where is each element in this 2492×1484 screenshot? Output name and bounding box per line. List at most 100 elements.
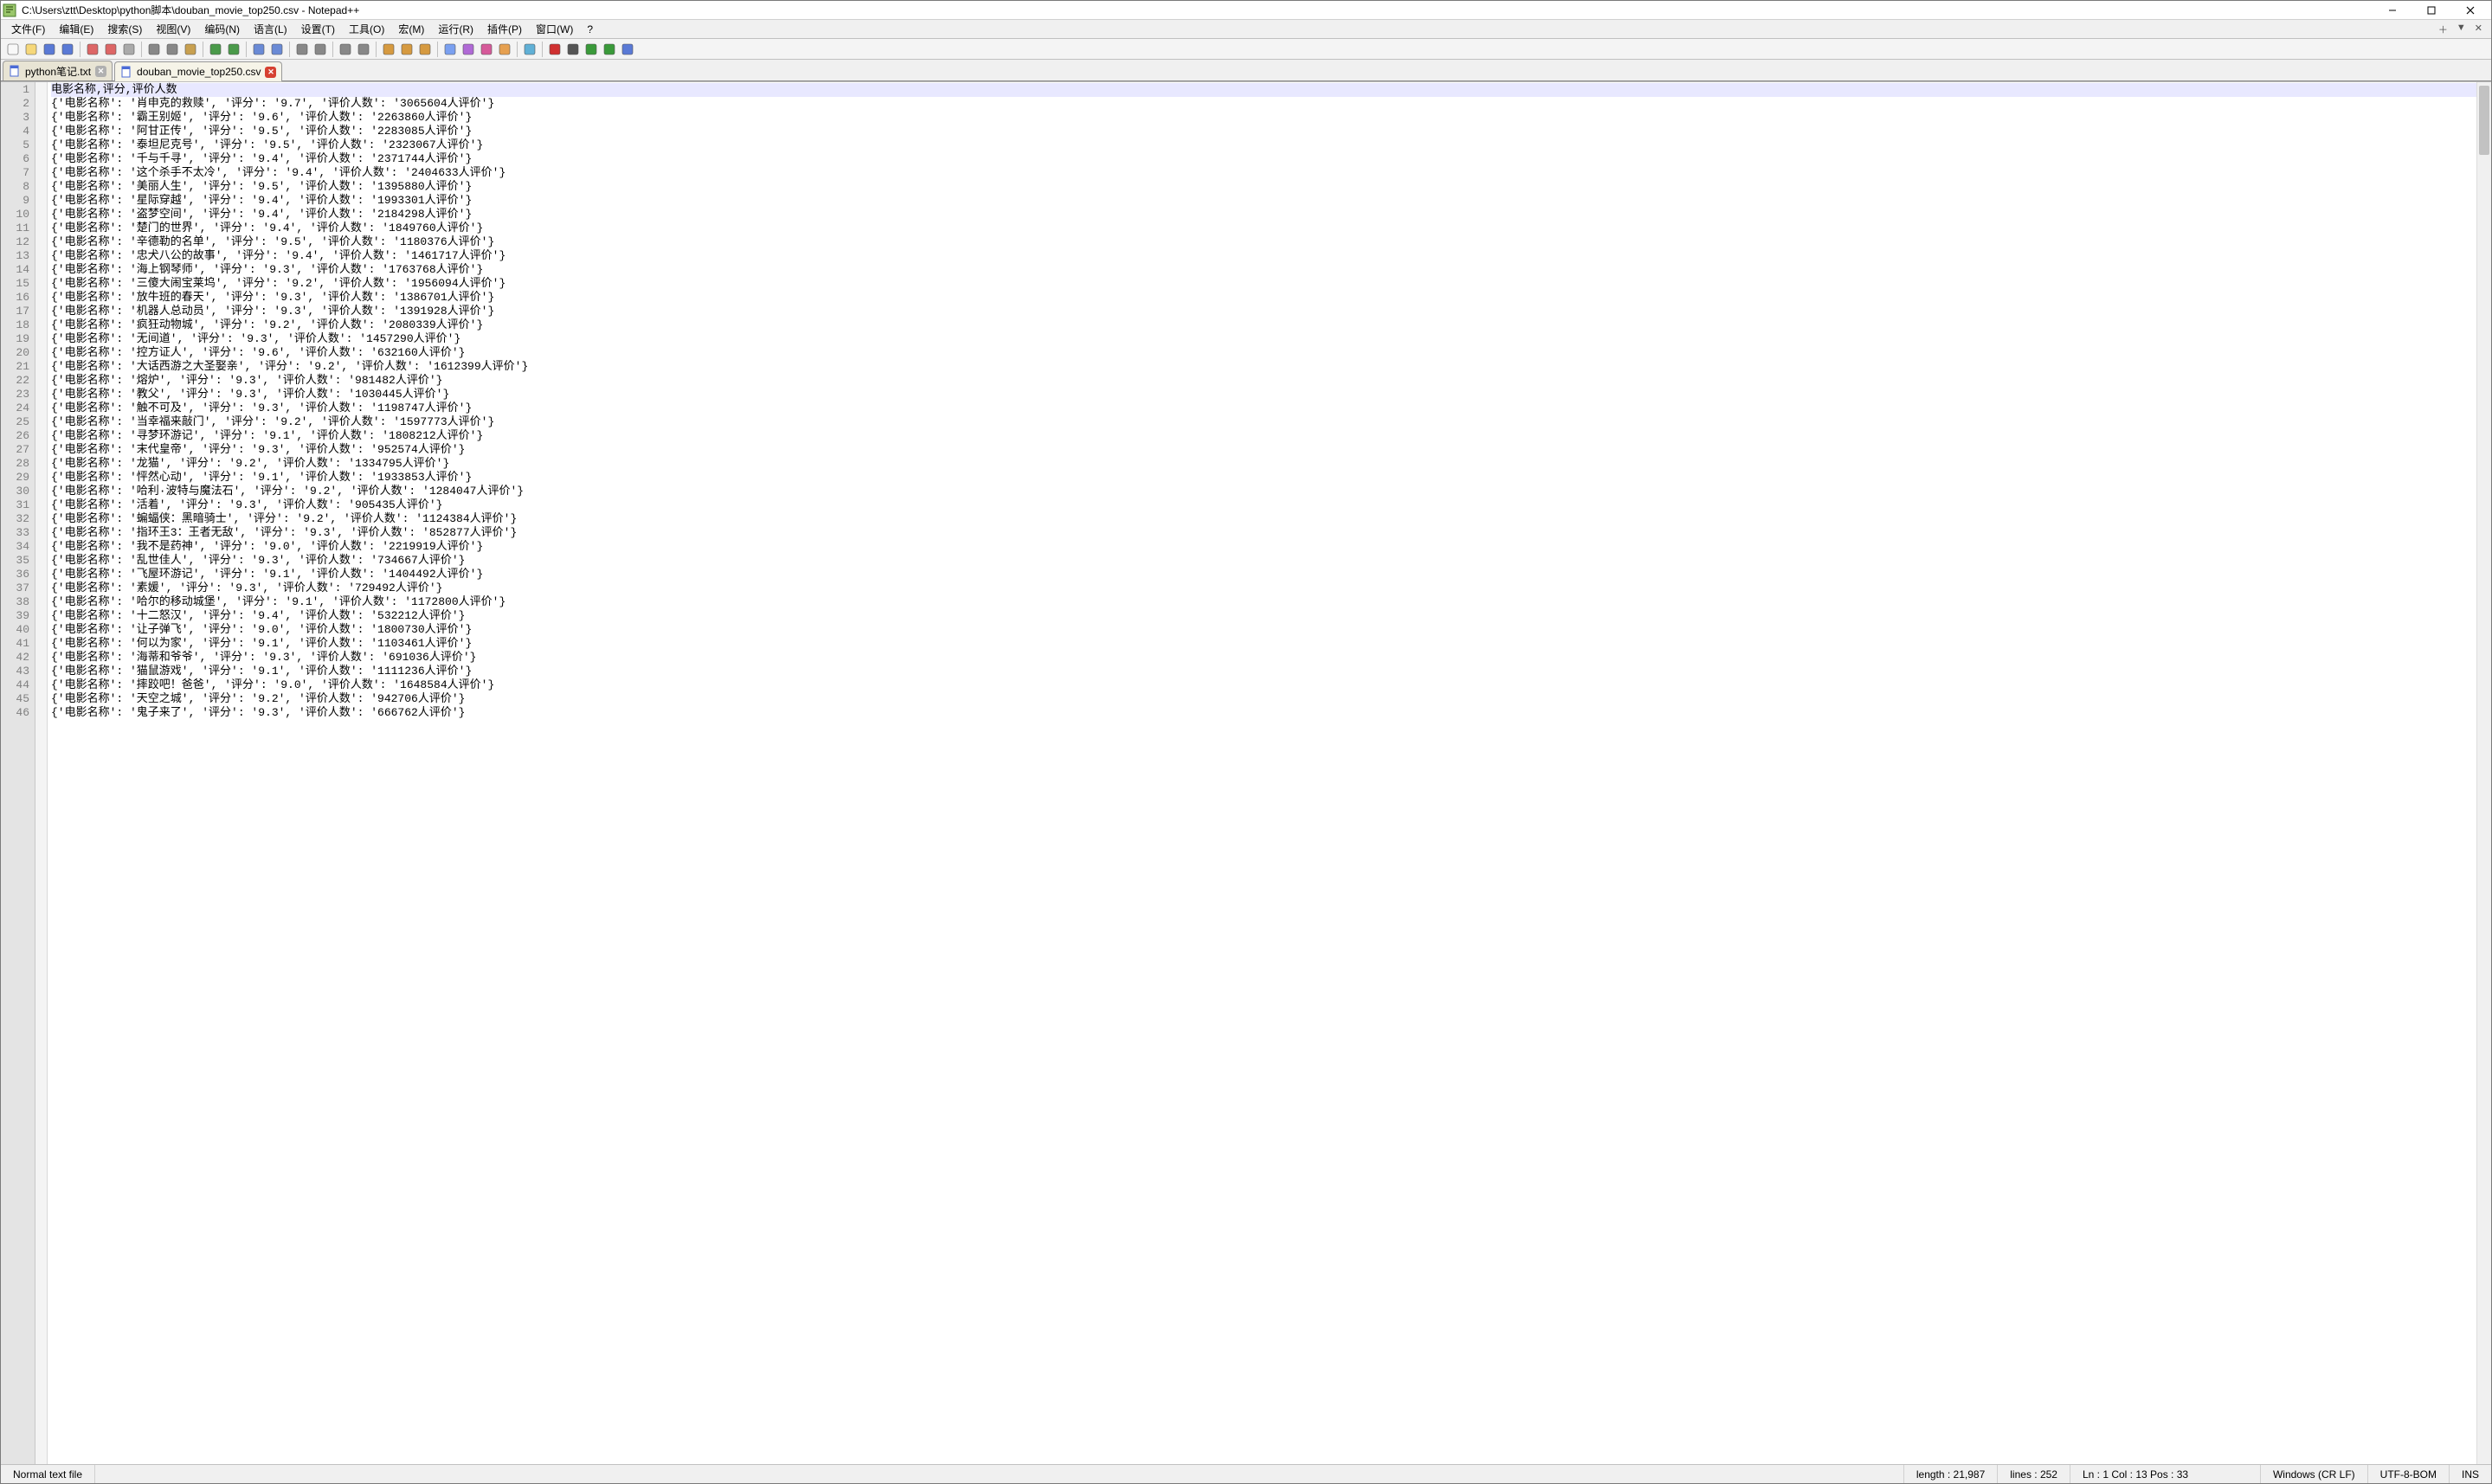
menu-item[interactable]: 运行(R) (431, 20, 480, 38)
editor-line[interactable]: {'电影名称': '千与千寻', '评分': '9.4', '评价人数': '2… (51, 152, 2476, 166)
menu-item[interactable]: 搜索(S) (100, 20, 149, 38)
tab-close-icon[interactable]: ✕ (265, 67, 276, 78)
sync-v-icon[interactable] (337, 41, 354, 58)
chevron-down-icon[interactable]: ▼ (2457, 22, 2466, 36)
menu-item[interactable]: 插件(P) (480, 20, 529, 38)
menu-item[interactable]: 宏(M) (391, 20, 431, 38)
allchars-icon[interactable] (398, 41, 415, 58)
copy-icon[interactable] (164, 41, 181, 58)
editor-line[interactable]: {'电影名称': '阿甘正传', '评分': '9.5', '评价人数': '2… (51, 125, 2476, 138)
play-icon[interactable] (583, 41, 600, 58)
menu-item[interactable]: 文件(F) (4, 20, 52, 38)
close-all-icon[interactable] (102, 41, 119, 58)
editor-line[interactable]: {'电影名称': '让子弹飞', '评分': '9.0', '评价人数': '1… (51, 623, 2476, 637)
save-all-icon[interactable] (59, 41, 76, 58)
play-multi-icon[interactable] (601, 41, 618, 58)
x-icon[interactable]: ✕ (2475, 22, 2482, 36)
menu-item[interactable]: 工具(O) (342, 20, 391, 38)
cut-icon[interactable] (145, 41, 163, 58)
editor-line[interactable]: {'电影名称': '活着', '评分': '9.3', '评价人数': '905… (51, 498, 2476, 512)
editor-line[interactable]: {'电影名称': '天空之城', '评分': '9.2', '评价人数': '9… (51, 692, 2476, 706)
editor-line[interactable]: {'电影名称': '美丽人生', '评分': '9.5', '评价人数': '1… (51, 180, 2476, 194)
menu-item[interactable]: 视图(V) (149, 20, 197, 38)
text-editor[interactable]: 电影名称,评分,评价人数{'电影名称': '肖申克的救赎', '评分': '9.… (48, 82, 2476, 1464)
editor-line[interactable]: {'电影名称': '控方证人', '评分': '9.6', '评价人数': '6… (51, 346, 2476, 360)
redo-icon[interactable] (225, 41, 242, 58)
vertical-scrollbar[interactable] (2476, 82, 2491, 1464)
stop-icon[interactable] (564, 41, 582, 58)
editor-line[interactable]: {'电影名称': '何以为家', '评分': '9.1', '评价人数': '1… (51, 637, 2476, 651)
editor-line[interactable]: {'电影名称': '摔跤吧！爸爸', '评分': '9.0', '评价人数': … (51, 678, 2476, 692)
editor-line[interactable]: {'电影名称': '素媛', '评分': '9.3', '评价人数': '729… (51, 581, 2476, 595)
plus-icon[interactable]: ＋ (2438, 22, 2448, 36)
maximize-button[interactable] (2412, 1, 2450, 20)
menu-item[interactable]: ? (580, 22, 600, 37)
file-tab[interactable]: douban_movie_top250.csv✕ (114, 61, 282, 81)
editor-line[interactable]: {'电影名称': '盗梦空间', '评分': '9.4', '评价人数': '2… (51, 208, 2476, 222)
editor-line[interactable]: {'电影名称': '末代皇帝', '评分': '9.3', '评价人数': '9… (51, 443, 2476, 457)
open-file-icon[interactable] (23, 41, 40, 58)
editor-line[interactable]: {'电影名称': '三傻大闹宝莱坞', '评分': '9.2', '评价人数':… (51, 277, 2476, 291)
editor-line[interactable]: {'电影名称': '放牛班的春天', '评分': '9.3', '评价人数': … (51, 291, 2476, 305)
editor-line[interactable]: {'电影名称': '寻梦环游记', '评分': '9.1', '评价人数': '… (51, 429, 2476, 443)
close-button[interactable] (2450, 1, 2489, 20)
editor-line[interactable]: {'电影名称': '龙猫', '评分': '9.2', '评价人数': '133… (51, 457, 2476, 471)
editor-line[interactable]: {'电影名称': '蝙蝠侠：黑暗骑士', '评分': '9.2', '评价人数'… (51, 512, 2476, 526)
editor-line[interactable]: {'电影名称': '当幸福来敲门', '评分': '9.2', '评价人数': … (51, 415, 2476, 429)
editor-line[interactable]: {'电影名称': '疯狂动物城', '评分': '9.2', '评价人数': '… (51, 318, 2476, 332)
editor-line[interactable]: {'电影名称': '指环王3：王者无敌', '评分': '9.3', '评价人数… (51, 526, 2476, 540)
editor-line[interactable]: {'电影名称': '这个杀手不太冷', '评分': '9.4', '评价人数':… (51, 166, 2476, 180)
menu-item[interactable]: 编码(N) (197, 20, 247, 38)
editor-line[interactable]: {'电影名称': '教父', '评分': '9.3', '评价人数': '103… (51, 388, 2476, 402)
editor-line[interactable]: {'电影名称': '海上钢琴师', '评分': '9.3', '评价人数': '… (51, 263, 2476, 277)
save-macro-icon[interactable] (619, 41, 636, 58)
save-icon[interactable] (41, 41, 58, 58)
editor-line[interactable]: {'电影名称': '哈利·波特与魔法石', '评分': '9.2', '评价人数… (51, 485, 2476, 498)
monitor-icon[interactable] (521, 41, 538, 58)
menu-item[interactable]: 窗口(W) (529, 20, 580, 38)
paste-icon[interactable] (182, 41, 199, 58)
indent-guide-icon[interactable] (416, 41, 434, 58)
editor-line[interactable]: {'电影名称': '泰坦尼克号', '评分': '9.5', '评价人数': '… (51, 138, 2476, 152)
close-icon[interactable] (84, 41, 101, 58)
editor-line[interactable]: {'电影名称': '触不可及', '评分': '9.3', '评价人数': '1… (51, 402, 2476, 415)
zoom-out-icon[interactable] (312, 41, 329, 58)
editor-line[interactable]: {'电影名称': '霸王别姬', '评分': '9.6', '评价人数': '2… (51, 111, 2476, 125)
tab-close-icon[interactable]: ✕ (95, 66, 106, 77)
editor-line[interactable]: {'电影名称': '十二怒汉', '评分': '9.4', '评价人数': '5… (51, 609, 2476, 623)
file-tab[interactable]: python笔记.txt✕ (3, 61, 113, 80)
zoom-in-icon[interactable] (293, 41, 311, 58)
undo-icon[interactable] (207, 41, 224, 58)
editor-line[interactable]: {'电影名称': '哈尔的移动城堡', '评分': '9.1', '评价人数':… (51, 595, 2476, 609)
editor-line[interactable]: {'电影名称': '飞屋环游记', '评分': '9.1', '评价人数': '… (51, 568, 2476, 581)
editor-line[interactable]: {'电影名称': '熔炉', '评分': '9.3', '评价人数': '981… (51, 374, 2476, 388)
wordwrap-icon[interactable] (380, 41, 397, 58)
editor-line[interactable]: {'电影名称': '机器人总动员', '评分': '9.3', '评价人数': … (51, 305, 2476, 318)
editor-line[interactable]: 电影名称,评分,评价人数 (51, 83, 2476, 97)
replace-icon[interactable] (268, 41, 286, 58)
editor-line[interactable]: {'电影名称': '大话西游之大圣娶亲', '评分': '9.2', '评价人数… (51, 360, 2476, 374)
editor-line[interactable]: {'电影名称': '我不是药神', '评分': '9.0', '评价人数': '… (51, 540, 2476, 554)
sync-h-icon[interactable] (355, 41, 372, 58)
print-icon[interactable] (120, 41, 138, 58)
editor-line[interactable]: {'电影名称': '鬼子来了', '评分': '9.3', '评价人数': '6… (51, 706, 2476, 720)
editor-line[interactable]: {'电影名称': '辛德勒的名单', '评分': '9.5', '评价人数': … (51, 235, 2476, 249)
editor-line[interactable]: {'电影名称': '肖申克的救赎', '评分': '9.7', '评价人数': … (51, 97, 2476, 111)
editor-line[interactable]: {'电影名称': '乱世佳人', '评分': '9.3', '评价人数': '7… (51, 554, 2476, 568)
editor-line[interactable]: {'电影名称': '忠犬八公的故事', '评分': '9.4', '评价人数':… (51, 249, 2476, 263)
record-icon[interactable] (546, 41, 563, 58)
editor-line[interactable]: {'电影名称': '怦然心动', '评分': '9.1', '评价人数': '1… (51, 471, 2476, 485)
editor-line[interactable]: {'电影名称': '猫鼠游戏', '评分': '9.1', '评价人数': '1… (51, 665, 2476, 678)
scrollbar-thumb[interactable] (2479, 86, 2489, 155)
menu-item[interactable]: 语言(L) (247, 20, 294, 38)
folder-icon[interactable] (496, 41, 513, 58)
editor-line[interactable]: {'电影名称': '无间道', '评分': '9.3', '评价人数': '14… (51, 332, 2476, 346)
editor-line[interactable]: {'电影名称': '海蒂和爷爷', '评分': '9.3', '评价人数': '… (51, 651, 2476, 665)
find-icon[interactable] (250, 41, 267, 58)
new-file-icon[interactable] (4, 41, 22, 58)
lang-icon[interactable] (441, 41, 459, 58)
editor-line[interactable]: {'电影名称': '星际穿越', '评分': '9.4', '评价人数': '1… (51, 194, 2476, 208)
menu-item[interactable]: 编辑(E) (52, 20, 100, 38)
editor-line[interactable]: {'电影名称': '楚门的世界', '评分': '9.4', '评价人数': '… (51, 222, 2476, 235)
func-list-icon[interactable] (478, 41, 495, 58)
